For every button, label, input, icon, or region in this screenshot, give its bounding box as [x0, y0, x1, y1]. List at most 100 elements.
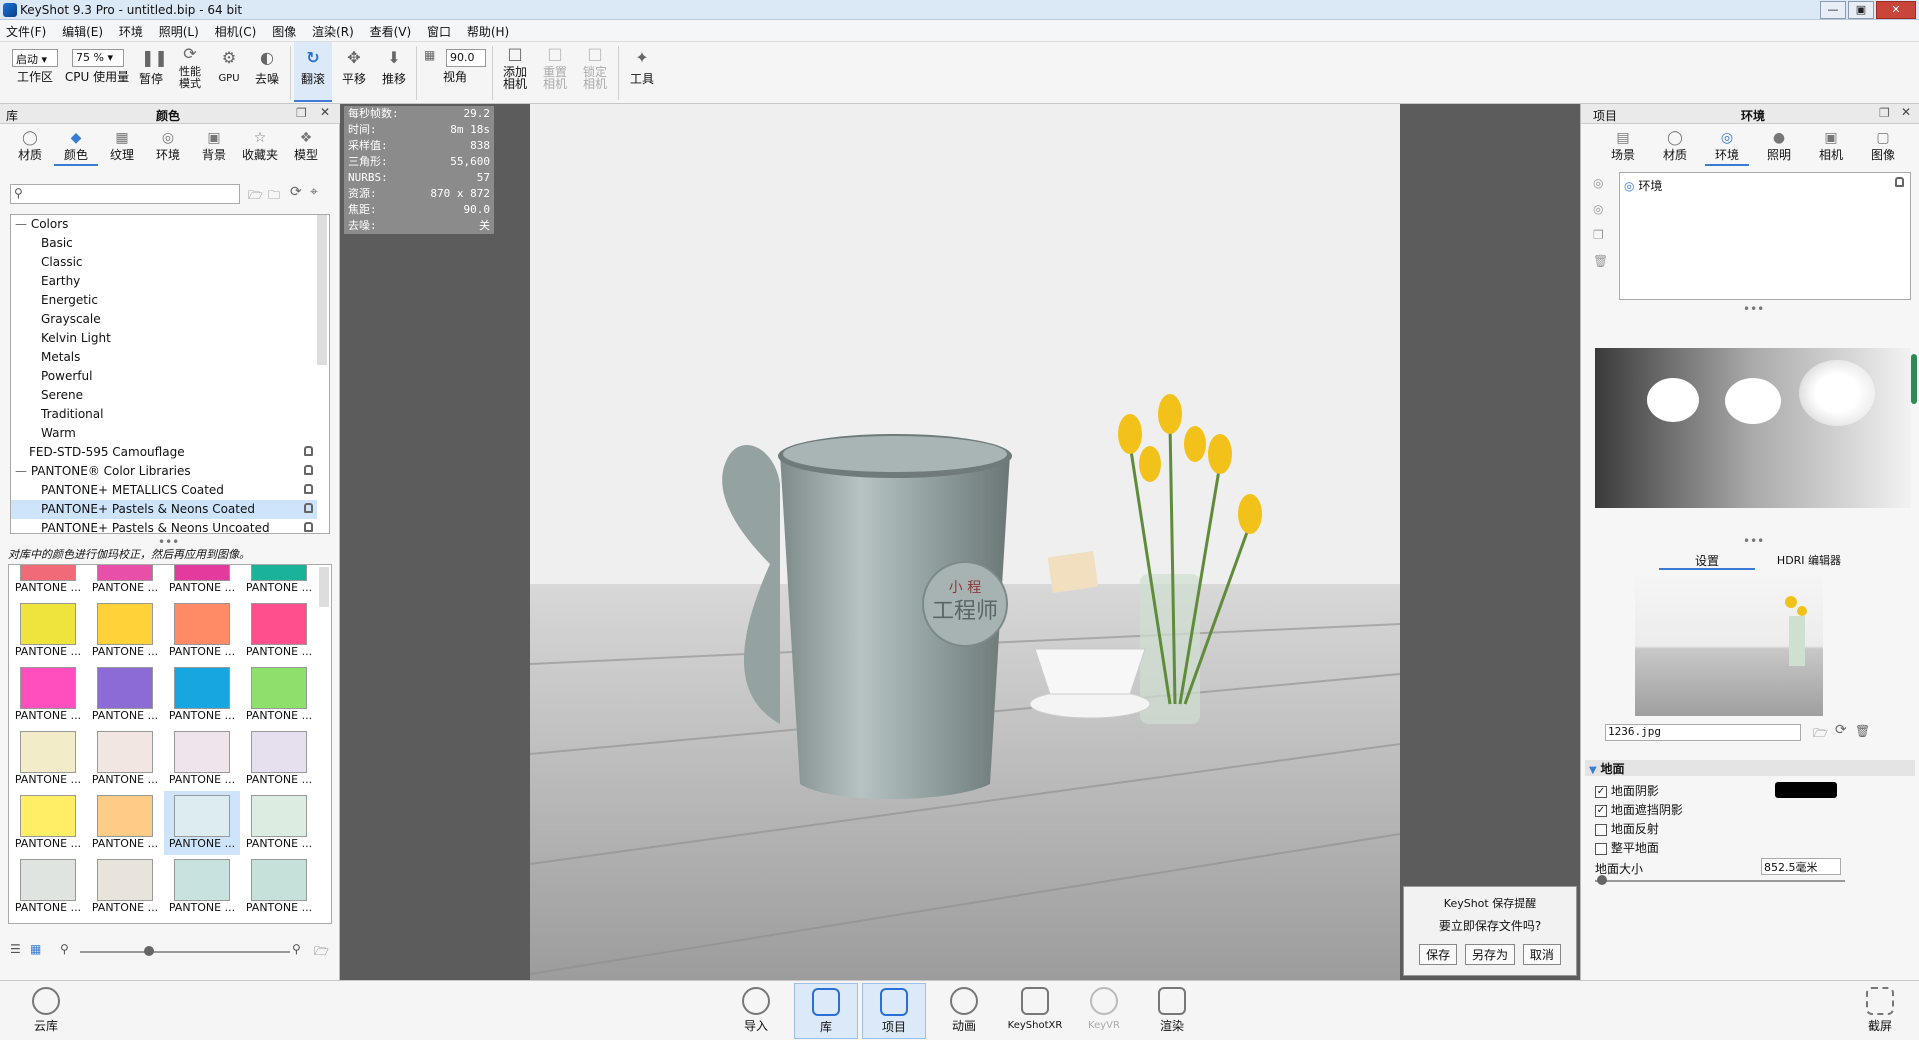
- color-swatch[interactable]: PANTONE ...: [241, 663, 317, 727]
- menu-file[interactable]: 文件(F): [0, 20, 52, 40]
- tree-item[interactable]: Basic: [11, 234, 317, 253]
- tab-colors[interactable]: ◆ 颜色: [54, 126, 98, 166]
- subtab-settings[interactable]: 设置: [1659, 552, 1755, 570]
- float-panel-icon[interactable]: ❐: [1879, 106, 1890, 120]
- ground-occlusion-checkbox[interactable]: ✓: [1595, 804, 1607, 817]
- ground-occlusion-checkbox-row[interactable]: ✓ 地面遮挡阴影: [1595, 801, 1683, 818]
- cpu-usage-button[interactable]: CPU 使用量: [64, 42, 130, 102]
- slider-thumb[interactable]: [144, 946, 154, 956]
- render-image[interactable]: 小 程 工程师: [530, 104, 1400, 980]
- pan-button[interactable]: ✥ 平移: [336, 42, 372, 102]
- keyvr-button[interactable]: KeyVR: [1072, 983, 1136, 1039]
- close-panel-icon[interactable]: ✕: [320, 105, 330, 119]
- workspace-button[interactable]: 工作区: [10, 42, 60, 102]
- zoom-in-icon[interactable]: ⚲: [292, 942, 301, 956]
- screenshot-button[interactable]: 截屏: [1848, 983, 1912, 1039]
- color-swatch[interactable]: PANTONE ...: [10, 565, 86, 599]
- ground-shadow-checkbox-row[interactable]: ✓ 地面阴影: [1595, 782, 1659, 799]
- maximize-button[interactable]: ▣: [1848, 1, 1874, 19]
- color-swatch[interactable]: PANTONE ...: [164, 663, 240, 727]
- hdri-light-pin[interactable]: [1647, 378, 1699, 422]
- duplicate-environment-icon[interactable]: ◎: [1593, 202, 1603, 216]
- animation-button[interactable]: 动画: [932, 983, 996, 1039]
- menu-environment[interactable]: 环境: [113, 20, 149, 40]
- copy-environment-icon[interactable]: ❐: [1593, 228, 1604, 242]
- menu-render[interactable]: 渲染(R): [306, 20, 360, 40]
- color-swatch[interactable]: PANTONE ...: [241, 855, 317, 919]
- menu-image[interactable]: 图像: [266, 20, 302, 40]
- ground-reflection-checkbox[interactable]: [1595, 823, 1607, 836]
- zoom-out-icon[interactable]: ⚲: [60, 942, 69, 956]
- folder-open-icon[interactable]: 🗁: [248, 186, 263, 207]
- add-environment-icon[interactable]: ◎: [1593, 176, 1603, 190]
- ground-size-input[interactable]: 852.5毫米: [1761, 858, 1841, 875]
- tree-item[interactable]: PANTONE+ Pastels & Neons Uncoated: [11, 519, 317, 533]
- menu-camera[interactable]: 相机(C): [209, 20, 263, 40]
- tree-item[interactable]: PANTONE+ METALLICS Coated: [11, 481, 317, 500]
- menu-help[interactable]: 帮助(H): [461, 20, 515, 40]
- ground-section-header[interactable]: ▼ 地面: [1585, 760, 1915, 776]
- tree-item[interactable]: Powerful: [11, 367, 317, 386]
- color-swatch[interactable]: PANTONE ...: [10, 663, 86, 727]
- tab-textures[interactable]: ▦ 纹理: [100, 126, 144, 166]
- color-swatch[interactable]: PANTONE ...: [87, 855, 163, 919]
- subtab-hdri-editor[interactable]: HDRI 编辑器: [1759, 552, 1859, 570]
- render-viewport[interactable]: 小 程 工程师 每秒帧数: 29.2 时间: 8m 18s 采样值: 838 三角形:…: [340, 104, 1580, 980]
- grid-view-icon[interactable]: ▦: [30, 942, 41, 956]
- tree-item[interactable]: Metals: [11, 348, 317, 367]
- keyshotxr-button[interactable]: KeyShotXR: [1000, 983, 1070, 1039]
- cloud-library-button[interactable]: 云库: [14, 983, 78, 1039]
- color-swatch[interactable]: PANTONE ...: [164, 565, 240, 599]
- close-button[interactable]: ✕: [1876, 1, 1916, 19]
- color-swatch[interactable]: PANTONE ...: [241, 791, 317, 855]
- gpu-button[interactable]: ⚙ GPU: [212, 42, 246, 102]
- environment-list-item[interactable]: ◎ 环境: [1624, 177, 1662, 194]
- refresh-icon[interactable]: ⟳: [290, 184, 302, 200]
- save-button[interactable]: 保存: [1419, 944, 1458, 965]
- color-swatch[interactable]: PANTONE ...: [164, 791, 240, 855]
- close-panel-icon[interactable]: ✕: [1901, 105, 1911, 119]
- tree-scrollbar[interactable]: [317, 215, 327, 365]
- tab-camera[interactable]: ▣ 相机: [1809, 126, 1853, 166]
- hdri-light-pin[interactable]: [1725, 378, 1781, 424]
- drag-handle[interactable]: •••: [1743, 302, 1764, 316]
- tree-item[interactable]: Earthy: [11, 272, 317, 291]
- hdri-file-field[interactable]: 1236.jpg: [1605, 724, 1801, 741]
- tree-item[interactable]: — Colors: [11, 215, 317, 234]
- tab-scene[interactable]: ▤ 场景: [1601, 126, 1645, 166]
- tree-item[interactable]: Kelvin Light: [11, 329, 317, 348]
- color-swatch[interactable]: PANTONE ...: [10, 855, 86, 919]
- library-search-input[interactable]: ⚲: [10, 184, 240, 204]
- flatten-ground-checkbox[interactable]: [1595, 842, 1607, 855]
- render-button[interactable]: 渲染: [1140, 983, 1204, 1039]
- folder-icon[interactable]: 🗁: [314, 942, 329, 963]
- add-camera-button[interactable]: □ 添加 相机: [498, 42, 532, 102]
- denoise-button[interactable]: ◐ 去噪: [250, 42, 284, 102]
- flatten-ground-checkbox-row[interactable]: 整平地面: [1595, 839, 1659, 856]
- color-swatch[interactable]: PANTONE ...: [164, 855, 240, 919]
- menu-lighting[interactable]: 照明(L): [153, 20, 205, 40]
- hdri-preview[interactable]: [1595, 348, 1911, 508]
- tree-item[interactable]: Serene: [11, 386, 317, 405]
- color-swatch[interactable]: PANTONE ...: [241, 565, 317, 599]
- color-swatch[interactable]: PANTONE ...: [10, 791, 86, 855]
- color-swatch[interactable]: PANTONE ...: [10, 599, 86, 663]
- float-panel-icon[interactable]: ❐: [296, 106, 307, 120]
- tree-item[interactable]: FED-STD-595 Camouflage: [11, 443, 317, 462]
- minimize-button[interactable]: —: [1820, 1, 1846, 19]
- tree-item[interactable]: Warm: [11, 424, 317, 443]
- ground-shadow-color-swatch[interactable]: [1775, 782, 1837, 798]
- color-swatch[interactable]: PANTONE ...: [87, 565, 163, 599]
- project-button[interactable]: 项目: [862, 983, 926, 1039]
- ground-reflection-checkbox-row[interactable]: 地面反射: [1595, 820, 1659, 837]
- tumble-button[interactable]: ↻ 翻滚: [294, 42, 332, 102]
- color-swatch[interactable]: PANTONE ...: [87, 663, 163, 727]
- refresh-icon[interactable]: ⟳: [1835, 722, 1847, 738]
- slider-thumb[interactable]: [1597, 875, 1607, 885]
- hdri-light-pin[interactable]: [1799, 360, 1875, 426]
- tab-material[interactable]: ◯ 材质: [1653, 126, 1697, 166]
- dolly-button[interactable]: ⬇ 推移: [376, 42, 412, 102]
- color-swatch[interactable]: PANTONE ...: [164, 727, 240, 791]
- thumbnail-size-slider[interactable]: [80, 951, 290, 953]
- pause-button[interactable]: ❚❚ 暂停: [134, 42, 168, 102]
